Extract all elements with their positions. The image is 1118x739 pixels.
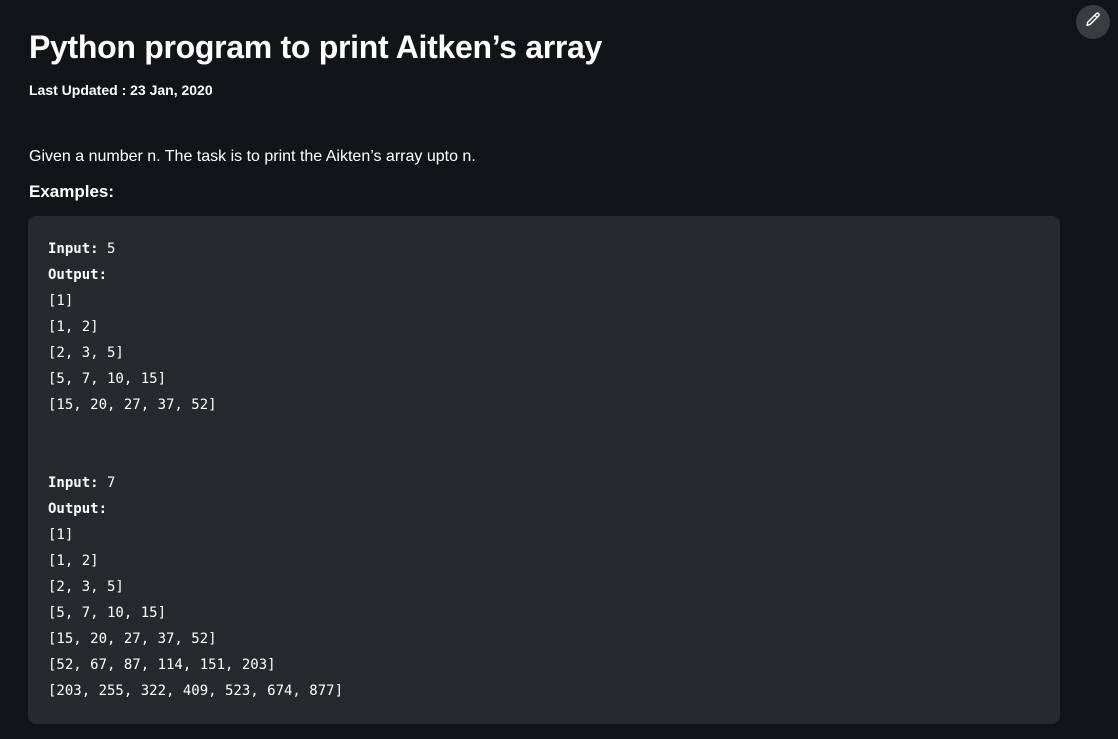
output-label: Output:	[48, 501, 108, 517]
output-line: [5, 7, 10, 15]	[48, 605, 167, 621]
input-line: Input: 7	[48, 470, 1040, 496]
article-page: Python program to print Aitken’s array L…	[0, 0, 1118, 739]
output-line: [2, 3, 5]	[48, 579, 124, 595]
examples-heading: Examples:	[29, 182, 115, 201]
code-block: Input: 5 Output: [1] [1, 2] [2, 3, 5] [5…	[28, 216, 1060, 724]
example-separator	[48, 418, 1040, 470]
input-label: Input:	[48, 475, 99, 491]
output-line: [5, 7, 10, 15]	[48, 371, 167, 387]
output-line: [15, 20, 27, 37, 52]	[48, 631, 217, 647]
input-line: Input: 5	[48, 236, 1040, 262]
output-line: [15, 20, 27, 37, 52]	[48, 397, 217, 413]
input-value: 5	[98, 241, 116, 257]
output-line: [52, 67, 87, 114, 151, 203]	[48, 657, 276, 673]
output-label: Output:	[48, 267, 108, 283]
output-line: [1, 2]	[48, 319, 99, 335]
output-line: [1]	[48, 527, 74, 543]
input-label: Input:	[48, 241, 99, 257]
input-value: 7	[98, 475, 116, 491]
output-line: [1, 2]	[48, 553, 99, 569]
output-line: [2, 3, 5]	[48, 345, 124, 361]
output-line: [1]	[48, 293, 74, 309]
page-title: Python program to print Aitken’s array	[29, 29, 602, 65]
pencil-icon	[1084, 11, 1102, 34]
edit-button[interactable]	[1076, 5, 1110, 39]
output-line: [203, 255, 322, 409, 523, 674, 877]	[48, 683, 344, 699]
last-updated: Last Updated : 23 Jan, 2020	[29, 82, 213, 98]
intro-text: Given a number n. The task is to print t…	[29, 148, 476, 165]
